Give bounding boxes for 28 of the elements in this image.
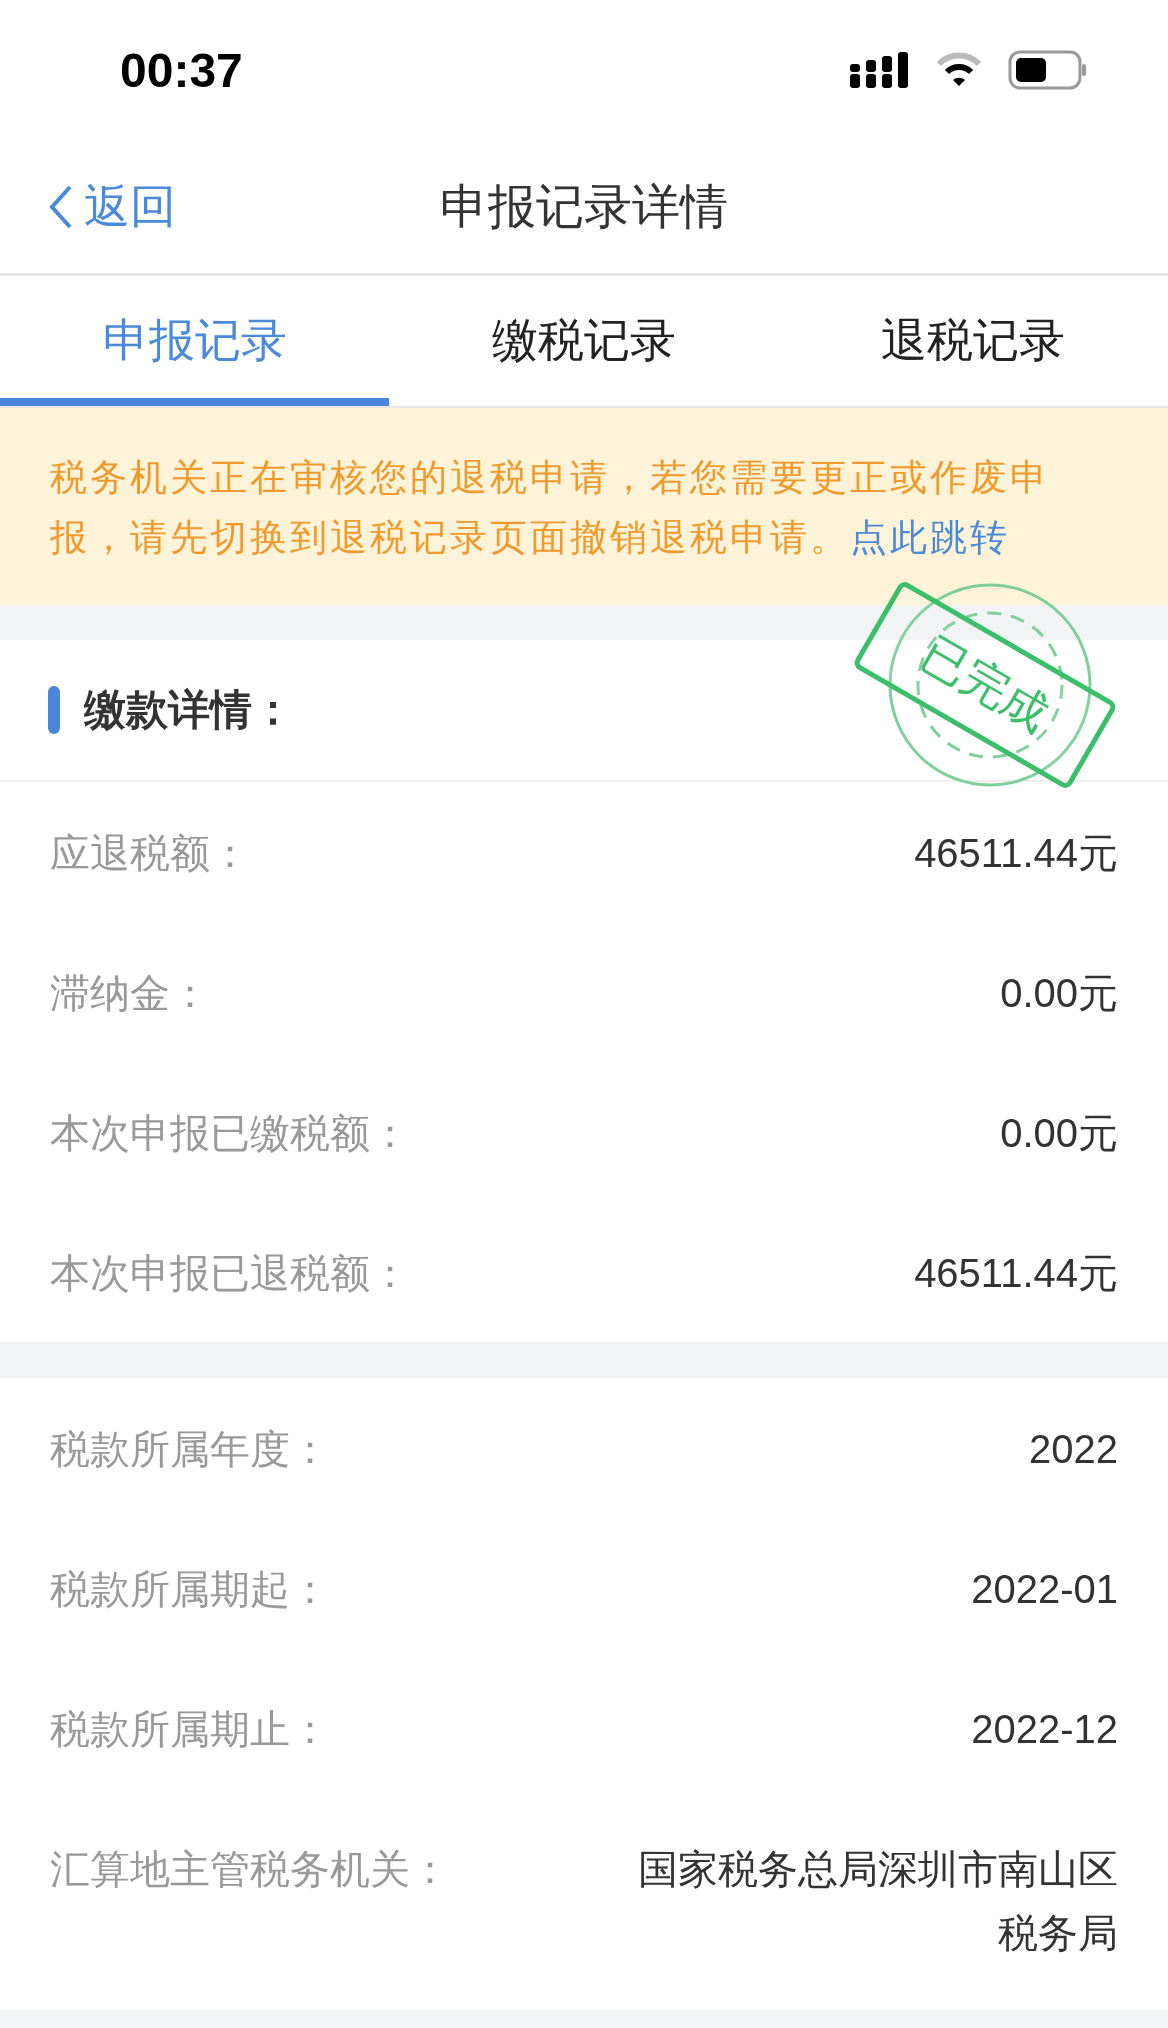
- section-marker: [48, 686, 60, 734]
- section-title: 缴款详情：: [84, 684, 294, 736]
- field-label: 税款所属期起：: [50, 1568, 330, 1610]
- notice-text: 税务机关正在审核您的退税申请，若您需要更正或作废申报，请先切换到退税记录页面撤销退税申请。点此跳转: [50, 455, 1051, 561]
- field-label: 税款所属年度：: [50, 1428, 330, 1470]
- tab[interactable]: 退税记录: [778, 276, 1168, 406]
- field-label: 汇算地主管税务机关：: [50, 1848, 450, 1890]
- field-value: 46511.44元: [914, 830, 1118, 877]
- signal-icon: [850, 50, 910, 90]
- field-value: 0.00元: [1000, 970, 1118, 1017]
- field-label: 应退税额：: [50, 832, 250, 874]
- jump-link[interactable]: 点此跳转: [850, 516, 1010, 559]
- field-value: 2022-01: [971, 1566, 1118, 1613]
- field-value: 0.00元: [1000, 1110, 1118, 1157]
- battery-icon: [1008, 50, 1088, 90]
- tab[interactable]: 缴税记录: [389, 276, 779, 406]
- back-button[interactable]: 返回: [0, 175, 176, 238]
- field-label: 本次申报已缴税额：: [50, 1112, 410, 1154]
- field-label: 滞纳金：: [50, 972, 210, 1014]
- field-label: 税款所属期止：: [50, 1708, 330, 1750]
- field-label: 本次申报已退税额：: [50, 1252, 410, 1294]
- field-value: 2022: [1029, 1426, 1118, 1473]
- field-value: 46511.44元: [914, 1250, 1118, 1297]
- field-value: 国家税务总局深圳市南山区税务局: [637, 1846, 1118, 1957]
- field-value: 2022-12: [971, 1706, 1118, 1753]
- page-title: 申报记录详情: [440, 176, 728, 236]
- wifi-icon: [936, 52, 982, 88]
- status-time: 00:37: [120, 42, 243, 98]
